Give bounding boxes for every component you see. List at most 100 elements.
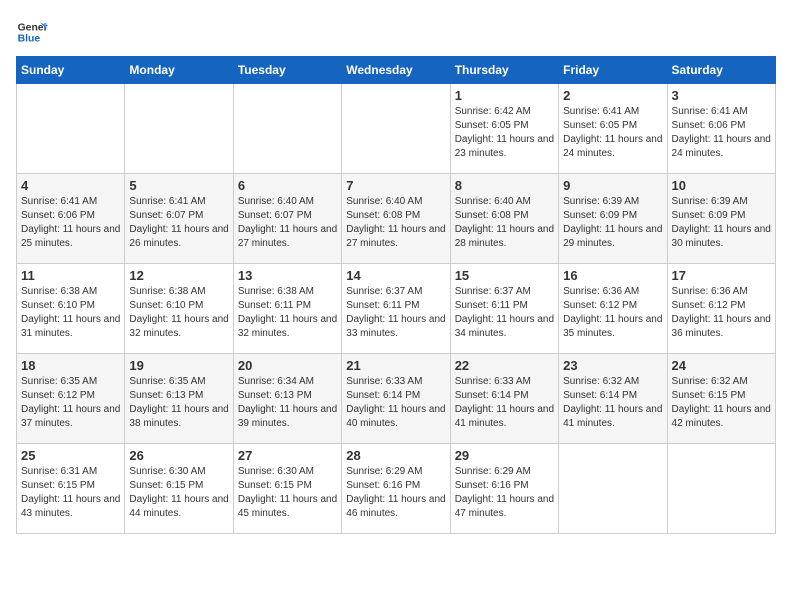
day-info: Sunrise: 6:32 AM Sunset: 6:15 PM Dayligh…: [672, 375, 771, 431]
day-number: 12: [129, 268, 228, 283]
day-number: 24: [672, 358, 771, 373]
week-row-3: 11Sunrise: 6:38 AM Sunset: 6:10 PM Dayli…: [17, 264, 776, 354]
calendar-cell: 14Sunrise: 6:37 AM Sunset: 6:11 PM Dayli…: [342, 264, 450, 354]
day-number: 17: [672, 268, 771, 283]
day-info: Sunrise: 6:31 AM Sunset: 6:15 PM Dayligh…: [21, 465, 120, 521]
calendar-cell: 24 Sunrise: 6:32 AM Sunset: 6:15 PM Dayli…: [667, 354, 775, 444]
day-info: Sunrise: 6:40 AM Sunset: 6:07 PM Dayligh…: [238, 195, 337, 251]
day-number: 16: [563, 268, 662, 283]
calendar-cell: 6 Sunrise: 6:40 AM Sunset: 6:07 PM Daylig…: [233, 174, 341, 264]
calendar-cell: 15Sunrise: 6:37 AM Sunset: 6:11 PM Dayli…: [450, 264, 558, 354]
calendar-table: SundayMondayTuesdayWednesdayThursdayFrid…: [16, 56, 776, 534]
col-header-saturday: Saturday: [667, 57, 775, 84]
svg-text:Blue: Blue: [18, 34, 41, 45]
calendar-cell: 21 Sunrise: 6:33 AM Sunset: 6:14 PM Dayli…: [342, 354, 450, 444]
calendar-cell: [233, 84, 341, 174]
calendar-cell: [667, 444, 775, 534]
calendar-cell: 13 Sunrise: 6:38 AM Sunset: 6:11 PM Dayli…: [233, 264, 341, 354]
day-info: Sunrise: 6:33 AM Sunset: 6:14 PM Dayligh…: [346, 375, 445, 431]
week-row-2: 4 Sunrise: 6:41 AM Sunset: 6:06 PM Daylig…: [17, 174, 776, 264]
col-header-sunday: Sunday: [17, 57, 125, 84]
day-info: Sunrise: 6:38 AM Sunset: 6:10 PM Dayligh…: [21, 285, 120, 341]
day-number: 6: [238, 178, 337, 193]
calendar-cell: 5 Sunrise: 6:41 AM Sunset: 6:07 PM Daylig…: [125, 174, 233, 264]
calendar-cell: 17 Sunrise: 6:36 AM Sunset: 6:12 PM Dayli…: [667, 264, 775, 354]
day-info: Sunrise: 6:35 AM Sunset: 6:13 PM Dayligh…: [129, 375, 228, 431]
day-info: Sunrise: 6:30 AM Sunset: 6:15 PM Dayligh…: [238, 465, 337, 521]
day-info: Sunrise: 6:40 AM Sunset: 6:08 PM Dayligh…: [455, 195, 554, 251]
calendar-cell: [17, 84, 125, 174]
day-number: 20: [238, 358, 337, 373]
calendar-cell: 29 Sunrise: 6:29 AM Sunset: 6:16 PM Dayli…: [450, 444, 558, 534]
calendar-cell: 19 Sunrise: 6:35 AM Sunset: 6:13 PM Dayli…: [125, 354, 233, 444]
calendar-cell: 20 Sunrise: 6:34 AM Sunset: 6:13 PM Dayli…: [233, 354, 341, 444]
day-number: 25: [21, 448, 120, 463]
day-info: Sunrise: 6:40 AM Sunset: 6:08 PM Dayligh…: [346, 195, 445, 251]
day-number: 29: [455, 448, 554, 463]
day-number: 26: [129, 448, 228, 463]
day-info: Sunrise: 6:29 AM Sunset: 6:16 PM Dayligh…: [455, 465, 554, 521]
day-info: Sunrise: 6:37 AM Sunset: 6:11 PM Dayligh…: [346, 285, 445, 341]
day-number: 18: [21, 358, 120, 373]
logo-icon: General Blue: [16, 16, 48, 48]
header-row: SundayMondayTuesdayWednesdayThursdayFrid…: [17, 57, 776, 84]
calendar-cell: 23Sunrise: 6:32 AM Sunset: 6:14 PM Dayli…: [559, 354, 667, 444]
calendar-cell: 9 Sunrise: 6:39 AM Sunset: 6:09 PM Daylig…: [559, 174, 667, 264]
day-info: Sunrise: 6:39 AM Sunset: 6:09 PM Dayligh…: [672, 195, 771, 251]
day-number: 19: [129, 358, 228, 373]
calendar-cell: 4 Sunrise: 6:41 AM Sunset: 6:06 PM Daylig…: [17, 174, 125, 264]
day-info: Sunrise: 6:34 AM Sunset: 6:13 PM Dayligh…: [238, 375, 337, 431]
week-row-4: 18 Sunrise: 6:35 AM Sunset: 6:12 PM Dayli…: [17, 354, 776, 444]
logo: General Blue: [16, 16, 48, 48]
calendar-cell: 3 Sunrise: 6:41 AM Sunset: 6:06 PM Daylig…: [667, 84, 775, 174]
calendar-cell: 7 Sunrise: 6:40 AM Sunset: 6:08 PM Daylig…: [342, 174, 450, 264]
calendar-cell: [125, 84, 233, 174]
col-header-tuesday: Tuesday: [233, 57, 341, 84]
calendar-cell: 18 Sunrise: 6:35 AM Sunset: 6:12 PM Dayli…: [17, 354, 125, 444]
day-number: 23: [563, 358, 662, 373]
day-number: 7: [346, 178, 445, 193]
calendar-cell: [342, 84, 450, 174]
day-number: 8: [455, 178, 554, 193]
day-info: Sunrise: 6:35 AM Sunset: 6:12 PM Dayligh…: [21, 375, 120, 431]
day-info: Sunrise: 6:30 AM Sunset: 6:15 PM Dayligh…: [129, 465, 228, 521]
calendar-cell: 26 Sunrise: 6:30 AM Sunset: 6:15 PM Dayli…: [125, 444, 233, 534]
day-info: Sunrise: 6:36 AM Sunset: 6:12 PM Dayligh…: [672, 285, 771, 341]
calendar-cell: 8 Sunrise: 6:40 AM Sunset: 6:08 PM Daylig…: [450, 174, 558, 264]
col-header-thursday: Thursday: [450, 57, 558, 84]
calendar-cell: 28Sunrise: 6:29 AM Sunset: 6:16 PM Dayli…: [342, 444, 450, 534]
day-info: Sunrise: 6:41 AM Sunset: 6:05 PM Dayligh…: [563, 105, 662, 161]
day-info: Sunrise: 6:33 AM Sunset: 6:14 PM Dayligh…: [455, 375, 554, 431]
day-number: 27: [238, 448, 337, 463]
day-number: 13: [238, 268, 337, 283]
day-number: 21: [346, 358, 445, 373]
day-number: 15: [455, 268, 554, 283]
day-number: 5: [129, 178, 228, 193]
day-number: 2: [563, 88, 662, 103]
calendar-cell: 16 Sunrise: 6:36 AM Sunset: 6:12 PM Dayli…: [559, 264, 667, 354]
week-row-1: 1Sunrise: 6:42 AM Sunset: 6:05 PM Daylig…: [17, 84, 776, 174]
calendar-cell: 25 Sunrise: 6:31 AM Sunset: 6:15 PM Dayli…: [17, 444, 125, 534]
week-row-5: 25 Sunrise: 6:31 AM Sunset: 6:15 PM Dayli…: [17, 444, 776, 534]
calendar-cell: 22 Sunrise: 6:33 AM Sunset: 6:14 PM Dayli…: [450, 354, 558, 444]
calendar-cell: 10Sunrise: 6:39 AM Sunset: 6:09 PM Dayli…: [667, 174, 775, 264]
day-info: Sunrise: 6:38 AM Sunset: 6:11 PM Dayligh…: [238, 285, 337, 341]
day-info: Sunrise: 6:41 AM Sunset: 6:06 PM Dayligh…: [21, 195, 120, 251]
col-header-wednesday: Wednesday: [342, 57, 450, 84]
day-info: Sunrise: 6:39 AM Sunset: 6:09 PM Dayligh…: [563, 195, 662, 251]
day-number: 9: [563, 178, 662, 193]
day-info: Sunrise: 6:41 AM Sunset: 6:06 PM Dayligh…: [672, 105, 771, 161]
day-info: Sunrise: 6:38 AM Sunset: 6:10 PM Dayligh…: [129, 285, 228, 341]
calendar-cell: [559, 444, 667, 534]
calendar-cell: 11Sunrise: 6:38 AM Sunset: 6:10 PM Dayli…: [17, 264, 125, 354]
day-info: Sunrise: 6:36 AM Sunset: 6:12 PM Dayligh…: [563, 285, 662, 341]
calendar-cell: 27 Sunrise: 6:30 AM Sunset: 6:15 PM Dayli…: [233, 444, 341, 534]
col-header-friday: Friday: [559, 57, 667, 84]
calendar-cell: 12 Sunrise: 6:38 AM Sunset: 6:10 PM Dayli…: [125, 264, 233, 354]
day-number: 3: [672, 88, 771, 103]
day-number: 4: [21, 178, 120, 193]
day-info: Sunrise: 6:42 AM Sunset: 6:05 PM Dayligh…: [455, 105, 554, 161]
day-number: 22: [455, 358, 554, 373]
day-info: Sunrise: 6:41 AM Sunset: 6:07 PM Dayligh…: [129, 195, 228, 251]
calendar-cell: 2 Sunrise: 6:41 AM Sunset: 6:05 PM Daylig…: [559, 84, 667, 174]
